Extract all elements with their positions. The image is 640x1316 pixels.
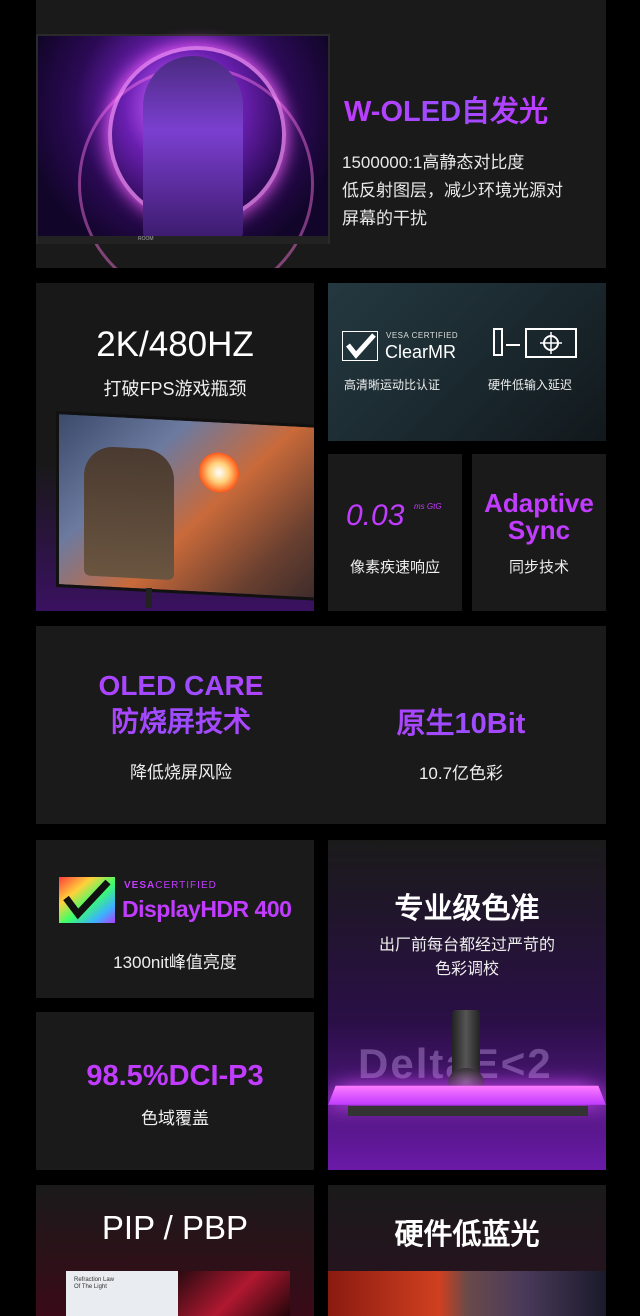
hdr-card: VESACERTIFIED DisplayHDR 400 1300nit峰值亮度 — [36, 840, 314, 998]
robot-figure — [143, 56, 243, 242]
latency-label: 硬件低输入延迟 — [488, 378, 573, 392]
input-latency-icon — [493, 328, 577, 358]
hdr-vesa-label: VESACERTIFIED — [124, 880, 217, 891]
monitor-brand-mark: ROOM — [138, 236, 154, 242]
muzzle-flash — [199, 451, 239, 494]
response-time-card: 0.03 ms GtG 像素疾速响应 — [328, 454, 462, 611]
adaptive-sync-label: 同步技术 — [508, 559, 569, 576]
oled-contrast-line: 1500000:1高静态对比度 — [342, 153, 525, 172]
vesa-check-icon — [342, 331, 378, 361]
adaptive-sync-card: Adaptive Sync 同步技术 — [472, 454, 606, 611]
displayhdr-logo-icon — [59, 877, 115, 923]
oled-care-label: 降低烧屏风险 — [130, 763, 232, 782]
ten-bit-title: 原生10Bit — [326, 700, 596, 742]
calibration-line-1: 出厂前每台都经过严苛的 — [378, 937, 555, 954]
oled-reflection-line: 低反射图层，减少环境光源对 — [342, 181, 563, 200]
calibration-line-2: 色彩调校 — [434, 961, 499, 978]
vesa-word: VESA — [124, 880, 156, 891]
adaptive-line: Adaptive — [484, 488, 594, 518]
low-blue-light-title: 硬件低蓝光 — [394, 1219, 540, 1251]
ten-bit-label: 10.7亿色彩 — [418, 764, 504, 783]
dci-p3-title: 98.5%DCI-P3 — [86, 1060, 264, 1092]
soldier-figure — [84, 445, 174, 581]
oled-care-card: OLED CARE 防烧屏技术 降低烧屏风险 原生10Bit 10.7亿色彩 — [36, 626, 606, 824]
refresh-rate-subtitle: 打破FPS游戏瓶颈 — [103, 379, 247, 399]
certified-word: CERTIFIED — [155, 880, 217, 891]
pip-doc-line-1: Refraction Law — [74, 1277, 115, 1283]
calibration-desc: 出厂前每台都经过严苛的 色彩调校 — [328, 934, 606, 982]
monitor-stand — [146, 588, 152, 608]
response-time-unit: ms GtG — [414, 502, 442, 511]
refresh-rate-title: 2K/480HZ — [96, 325, 254, 364]
low-blue-light-card: 硬件低蓝光 — [328, 1185, 606, 1316]
clearmr-cert-label: VESA CERTIFIED — [386, 331, 459, 340]
displayhdr-name: DisplayHDR 400 — [122, 896, 292, 922]
adaptive-sync-title: Adaptive Sync — [472, 490, 606, 544]
pip-right-pane — [178, 1271, 290, 1316]
fps-game-screen — [56, 410, 314, 602]
calibration-title: 专业级色准 — [394, 893, 540, 925]
monitor-illustration: ROOM — [36, 34, 330, 268]
response-time-label: 像素疾速响应 — [349, 559, 440, 576]
peak-brightness-label: 1300nit峰值亮度 — [113, 953, 237, 972]
dci-p3-card: 98.5%DCI-P3 色域覆盖 — [36, 1012, 314, 1170]
monitor-base — [348, 1106, 588, 1116]
pip-pbp-card: PIP / PBP Refraction Law Of The Light — [36, 1185, 314, 1316]
dci-p3-label: 色域覆盖 — [141, 1109, 209, 1128]
color-calibration-card: 专业级色准 出厂前每台都经过严苛的 色彩调校 DeltaE<2 — [328, 840, 606, 1170]
refresh-rate-card: 2K/480HZ 打破FPS游戏瓶颈 — [36, 283, 314, 611]
oled-title: W-OLED自发光 — [344, 88, 548, 130]
oled-care-title: OLED CARE 防烧屏技术 — [36, 668, 326, 740]
oled-feature-card: ROOM W-OLED自发光 1500000:1高静态对比度 低反射图层，减少环… — [36, 0, 606, 268]
low-blue-light-image — [328, 1271, 606, 1316]
oled-reflection-line-2: 屏幕的干扰 — [342, 209, 427, 228]
pip-doc-text: Refraction Law Of The Light — [74, 1277, 114, 1291]
clearmr-name: ClearMR — [385, 342, 457, 362]
clearmr-card: VESA CERTIFIED ClearMR 高清晰运动比认证 硬件低输入延迟 — [328, 283, 606, 441]
clearmr-label: 高清晰运动比认证 — [344, 378, 441, 392]
sync-line: Sync — [507, 515, 571, 545]
glowing-panel — [328, 1085, 606, 1105]
oled-care-line: OLED CARE — [98, 670, 264, 701]
response-time-value: 0.03 — [346, 499, 405, 532]
pip-doc-line-2: Of The Light — [74, 1284, 107, 1290]
pip-left-pane: Refraction Law Of The Light — [66, 1271, 178, 1316]
pip-pbp-title: PIP / PBP — [101, 1209, 249, 1246]
burn-in-line: 防烧屏技术 — [110, 706, 251, 737]
